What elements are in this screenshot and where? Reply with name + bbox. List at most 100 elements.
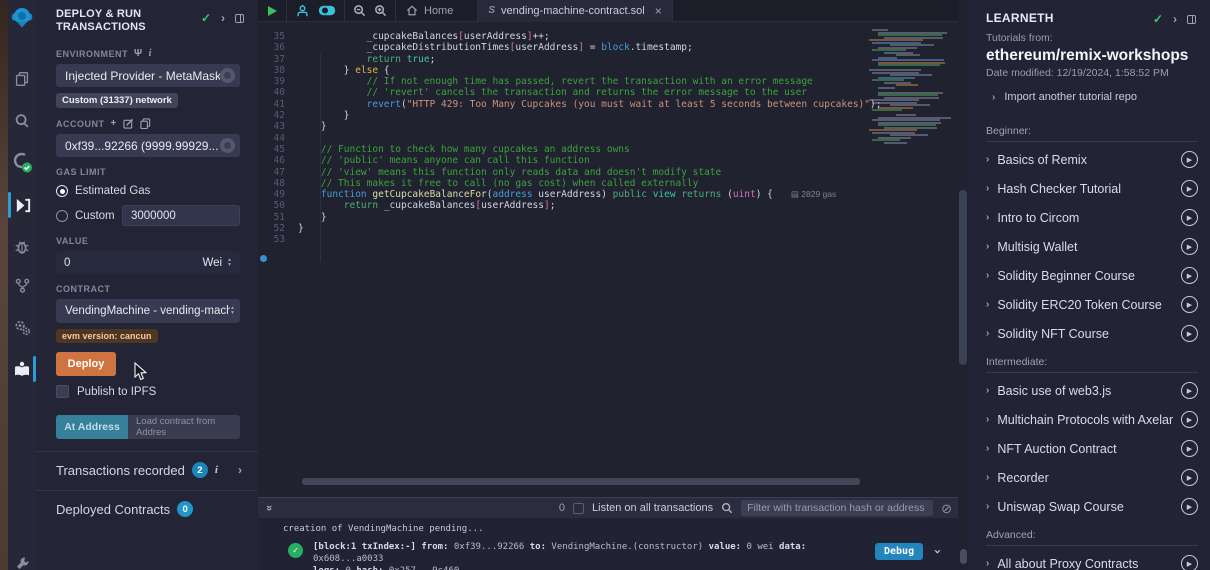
gas-limit-label: GAS LIMIT — [56, 167, 240, 177]
play-circle-icon[interactable]: ▶ — [1181, 498, 1198, 515]
environment-orb-icon[interactable] — [220, 68, 235, 83]
account-select[interactable]: 0xf39...92266 (9999.99929... — [56, 134, 240, 157]
tutorial-item[interactable]: ›All about Proxy Contracts▶ — [986, 549, 1198, 570]
play-circle-icon[interactable]: ▶ — [1181, 469, 1198, 486]
zoom-in-icon[interactable] — [374, 4, 387, 17]
editor-tabbar: Home S vending-machine-contract.sol × — [258, 0, 958, 22]
tutorial-item[interactable]: ›Recorder▶ — [986, 463, 1198, 492]
info-icon[interactable]: i — [215, 464, 218, 476]
tutorial-item[interactable]: ›NFT Auction Contract▶ — [986, 434, 1198, 463]
clear-console-icon[interactable]: ⊘ — [941, 502, 952, 515]
play-circle-icon[interactable]: ▶ — [1181, 238, 1198, 255]
expand-tx-icon[interactable]: › — [930, 548, 945, 556]
sidebar-item-search[interactable] — [8, 104, 36, 138]
tx-details: [block:1 txIndex:-] from: 0xf39...92266 … — [313, 541, 865, 570]
filter-input[interactable]: Filter with transaction hash or address — [741, 500, 933, 516]
environment-select[interactable]: Injected Provider - MetaMask — [56, 64, 240, 87]
account-orb-icon[interactable] — [220, 138, 235, 153]
breakpoint-dot[interactable] — [260, 255, 267, 262]
close-tab-icon[interactable]: × — [655, 4, 662, 18]
estimated-gas-option[interactable]: Estimated Gas — [56, 185, 240, 197]
at-address-button[interactable]: At Address — [56, 415, 128, 439]
code-editor[interactable]: Home S vending-machine-contract.sol × 35… — [258, 0, 958, 497]
import-repo-button[interactable]: › Import another tutorial repo — [992, 91, 1196, 103]
transaction-log-row[interactable]: ✓ [block:1 txIndex:-] from: 0xf39...9226… — [258, 534, 958, 570]
play-circle-icon[interactable]: ▶ — [1181, 411, 1198, 428]
tutorial-item[interactable]: ›Hash Checker Tutorial▶ — [986, 174, 1198, 203]
date-modified: Date modified: 12/19/2024, 1:58:52 PM — [986, 67, 1196, 79]
tx-success-icon: ✓ — [288, 543, 303, 558]
sidebar-item-learneth[interactable] — [8, 352, 36, 386]
search-terminal-icon[interactable] — [721, 502, 733, 514]
value-input-row[interactable]: 0 Wei ▲▼ — [56, 251, 240, 274]
pin-panel-icon[interactable] — [235, 14, 244, 23]
play-circle-icon[interactable]: ▶ — [1181, 382, 1198, 399]
sidebar-item-solidity-compiler[interactable] — [8, 146, 36, 180]
chevron-right-icon: › — [986, 385, 989, 396]
play-circle-icon[interactable]: ▶ — [1181, 440, 1198, 457]
tutorial-item[interactable]: ›Intro to Circom▶ — [986, 203, 1198, 232]
sidebar-item-debugger[interactable] — [8, 230, 36, 264]
chevron-right-icon[interactable]: › — [238, 463, 242, 477]
custom-gas-input[interactable]: 3000000 — [122, 205, 240, 226]
code-line: 50 return _cupcakeBalances[userAddress]; — [258, 200, 958, 211]
horizontal-scrollbar[interactable] — [302, 478, 860, 485]
remix-logo[interactable] — [8, 0, 36, 36]
tutorial-item[interactable]: ›Basics of Remix▶ — [986, 145, 1198, 174]
tutorial-title: Multichain Protocols with Axelar — [997, 413, 1173, 427]
tutorial-item[interactable]: ›Uniswap Swap Course▶ — [986, 492, 1198, 521]
listen-checkbox[interactable] — [573, 503, 584, 514]
tutorial-item[interactable]: ›Basic use of web3.js▶ — [986, 376, 1198, 405]
sidebar-item-deploy-run[interactable] — [8, 188, 36, 222]
checkbox-icon[interactable] — [56, 385, 69, 398]
zoom-out-icon[interactable] — [353, 4, 366, 17]
terminal-header: » 0 Listen on all transactions Filter wi… — [258, 497, 958, 518]
debug-button[interactable]: Debug — [875, 543, 923, 560]
at-address-input[interactable]: Load contract from Addres — [128, 415, 240, 439]
sidebar-item-file-explorer[interactable] — [8, 62, 36, 96]
value-unit-select[interactable]: Wei — [202, 257, 222, 269]
play-circle-icon[interactable]: ▶ — [1181, 151, 1198, 168]
scrollbar-thumb-bottom[interactable] — [960, 549, 967, 564]
copy-icon[interactable] — [140, 118, 151, 129]
sidebar-item-git[interactable] — [8, 268, 36, 302]
play-circle-icon[interactable]: ▶ — [1181, 555, 1198, 570]
play-circle-icon[interactable]: ▶ — [1181, 267, 1198, 284]
toggle-icon[interactable] — [318, 5, 336, 16]
transactions-recorded-row[interactable]: Transactions recorded 2 i › — [36, 452, 258, 488]
tutorial-item[interactable]: ›Multisig Wallet▶ — [986, 232, 1198, 261]
value-label: VALUE — [56, 236, 240, 246]
tab-vending-machine-contract[interactable]: S vending-machine-contract.sol × — [477, 0, 672, 22]
value-input[interactable]: 0 — [64, 257, 70, 269]
plus-icon[interactable]: + — [111, 118, 117, 129]
info-icon[interactable]: i — [149, 48, 152, 59]
contract-select[interactable]: VendingMachine - vending-machin ▲▼ — [56, 299, 240, 323]
tutorial-item[interactable]: ›Solidity NFT Course▶ — [986, 319, 1198, 348]
custom-gas-option[interactable]: Custom 3000000 — [56, 205, 240, 226]
deployed-contracts-row[interactable]: Deployed Contracts 0 — [36, 491, 258, 527]
plug-icon[interactable]: Ψ — [134, 48, 143, 59]
play-circle-icon[interactable]: ▶ — [1181, 180, 1198, 197]
scrollbar-thumb[interactable] — [959, 190, 967, 365]
tutorial-item[interactable]: ›Solidity Beginner Course▶ — [986, 261, 1198, 290]
play-circle-icon[interactable]: ▶ — [1181, 209, 1198, 226]
run-script-icon[interactable] — [266, 5, 278, 17]
publish-ipfs-option[interactable]: Publish to IPFS — [56, 385, 240, 398]
deploy-button[interactable]: Deploy — [56, 352, 116, 376]
edit-icon[interactable] — [123, 118, 134, 129]
sidebar-item-plugin-manager[interactable] — [8, 310, 36, 344]
tutorial-item[interactable]: ›Solidity ERC20 Token Course▶ — [986, 290, 1198, 319]
remixai-icon[interactable] — [295, 4, 310, 18]
chevron-right-icon[interactable]: › — [221, 11, 225, 25]
unit-spinner-icon[interactable]: ▲▼ — [227, 258, 232, 268]
tutorial-item[interactable]: ›Multichain Protocols with Axelar▶ — [986, 405, 1198, 434]
play-circle-icon[interactable]: ▶ — [1181, 296, 1198, 313]
collapse-terminal-icon[interactable]: » — [263, 505, 275, 511]
pin-panel-icon[interactable] — [1187, 15, 1196, 24]
minimap[interactable] — [866, 29, 944, 144]
tab-home[interactable]: Home — [396, 0, 463, 22]
chevron-right-icon[interactable]: › — [1173, 12, 1177, 26]
play-circle-icon[interactable]: ▶ — [1181, 325, 1198, 342]
code-area[interactable]: 35 _cupcakeBalances[userAddress]++;36 _c… — [258, 23, 958, 487]
sidebar-item-settings[interactable] — [8, 548, 36, 570]
